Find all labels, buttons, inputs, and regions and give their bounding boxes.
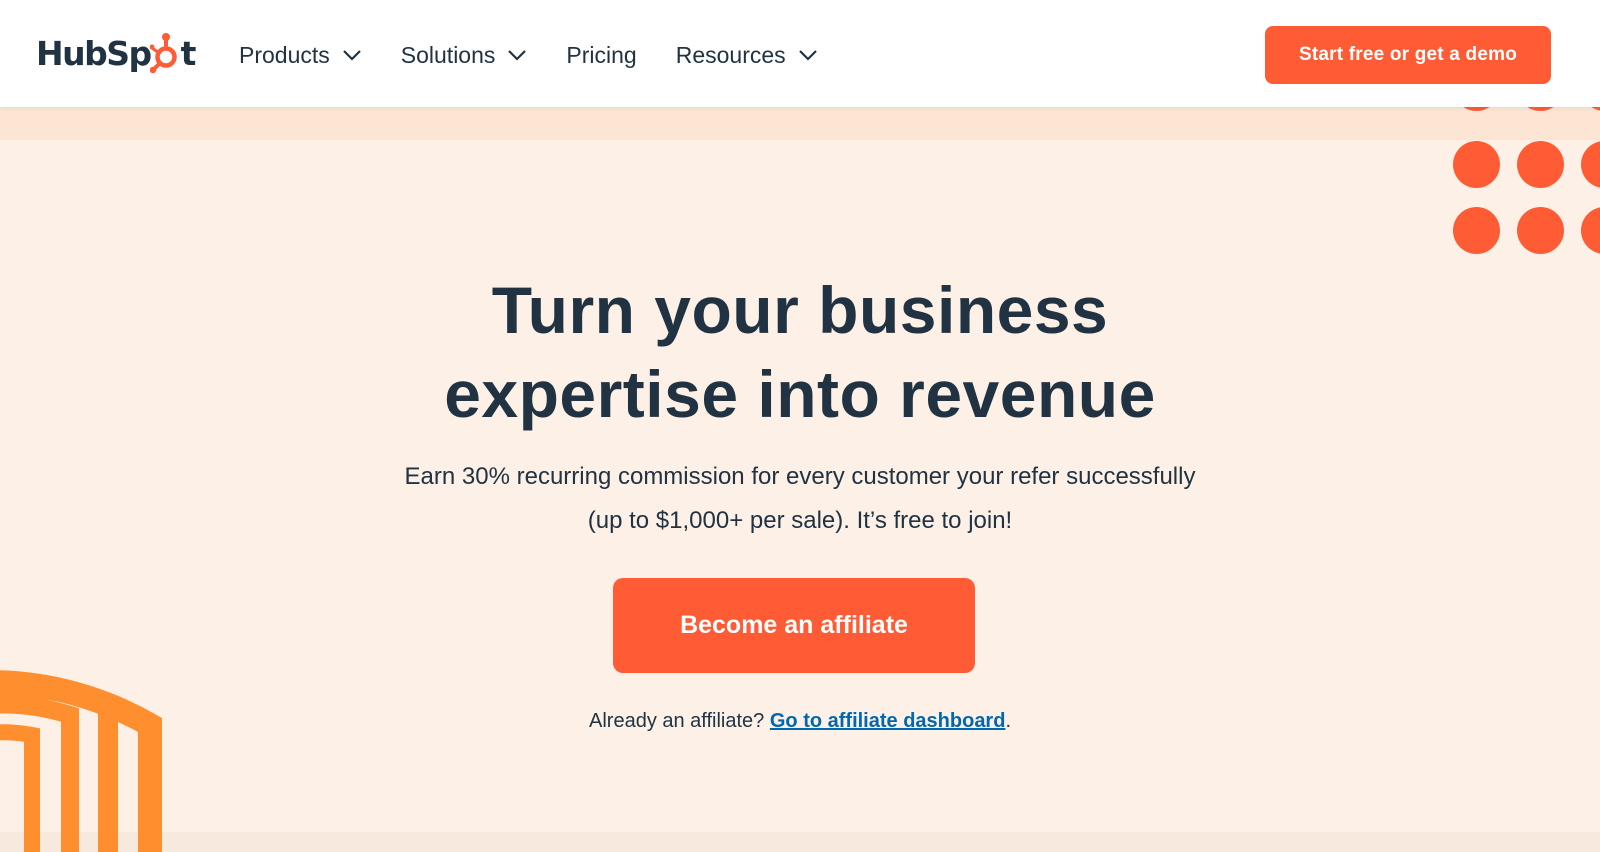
already-affiliate-text: Already an affiliate? bbox=[589, 710, 770, 732]
nav-item-label: Solutions bbox=[400, 41, 496, 68]
nav-item-pricing[interactable]: Pricing bbox=[566, 38, 636, 72]
site-header: HubSp t Products Solutions Pricing Resou… bbox=[0, 0, 1600, 107]
hero-title: Turn your business expertise into revenu… bbox=[300, 268, 1300, 436]
trailing-period: . bbox=[1005, 710, 1011, 732]
sprocket-icon bbox=[149, 33, 177, 74]
chevron-down-icon bbox=[342, 50, 361, 61]
chevron-down-icon bbox=[508, 50, 527, 61]
hero-subtitle-line-1: Earn 30% recurring commission for every … bbox=[404, 463, 1196, 490]
nav-item-solutions[interactable]: Solutions bbox=[401, 38, 528, 72]
main-nav: Products Solutions Pricing Resources bbox=[239, 38, 857, 72]
affiliate-login-prompt: Already an affiliate? Go to affiliate da… bbox=[300, 710, 1300, 733]
logo-text-right: t bbox=[180, 33, 197, 73]
nav-item-label: Pricing bbox=[566, 41, 637, 68]
start-free-button[interactable]: Start free or get a demo bbox=[1265, 26, 1551, 84]
hero-subtitle-line-2: (up to $1,000+ per sale). It’s free to j… bbox=[587, 507, 1013, 534]
logo-text-left: HubSp bbox=[36, 33, 152, 73]
nav-item-label: Resources bbox=[675, 41, 786, 68]
arches-decoration bbox=[0, 670, 162, 852]
nav-item-label: Products bbox=[239, 41, 330, 68]
affiliate-dashboard-link[interactable]: Go to affiliate dashboard bbox=[770, 710, 1006, 732]
nav-item-resources[interactable]: Resources bbox=[676, 38, 818, 72]
hero-title-line-2: expertise into revenue bbox=[444, 357, 1156, 431]
hero-subtitle: Earn 30% recurring commission for every … bbox=[300, 455, 1300, 543]
top-accent-band bbox=[0, 107, 1600, 140]
page: HubSp t Products Solutions Pricing Resou… bbox=[0, 0, 1600, 852]
bottom-band bbox=[0, 832, 1600, 852]
hubspot-logo[interactable]: HubSp t bbox=[36, 30, 197, 76]
chevron-down-icon bbox=[798, 50, 817, 61]
become-affiliate-button[interactable]: Become an affiliate bbox=[613, 578, 975, 673]
hero-title-line-1: Turn your business bbox=[491, 273, 1109, 347]
nav-item-products[interactable]: Products bbox=[239, 38, 362, 72]
